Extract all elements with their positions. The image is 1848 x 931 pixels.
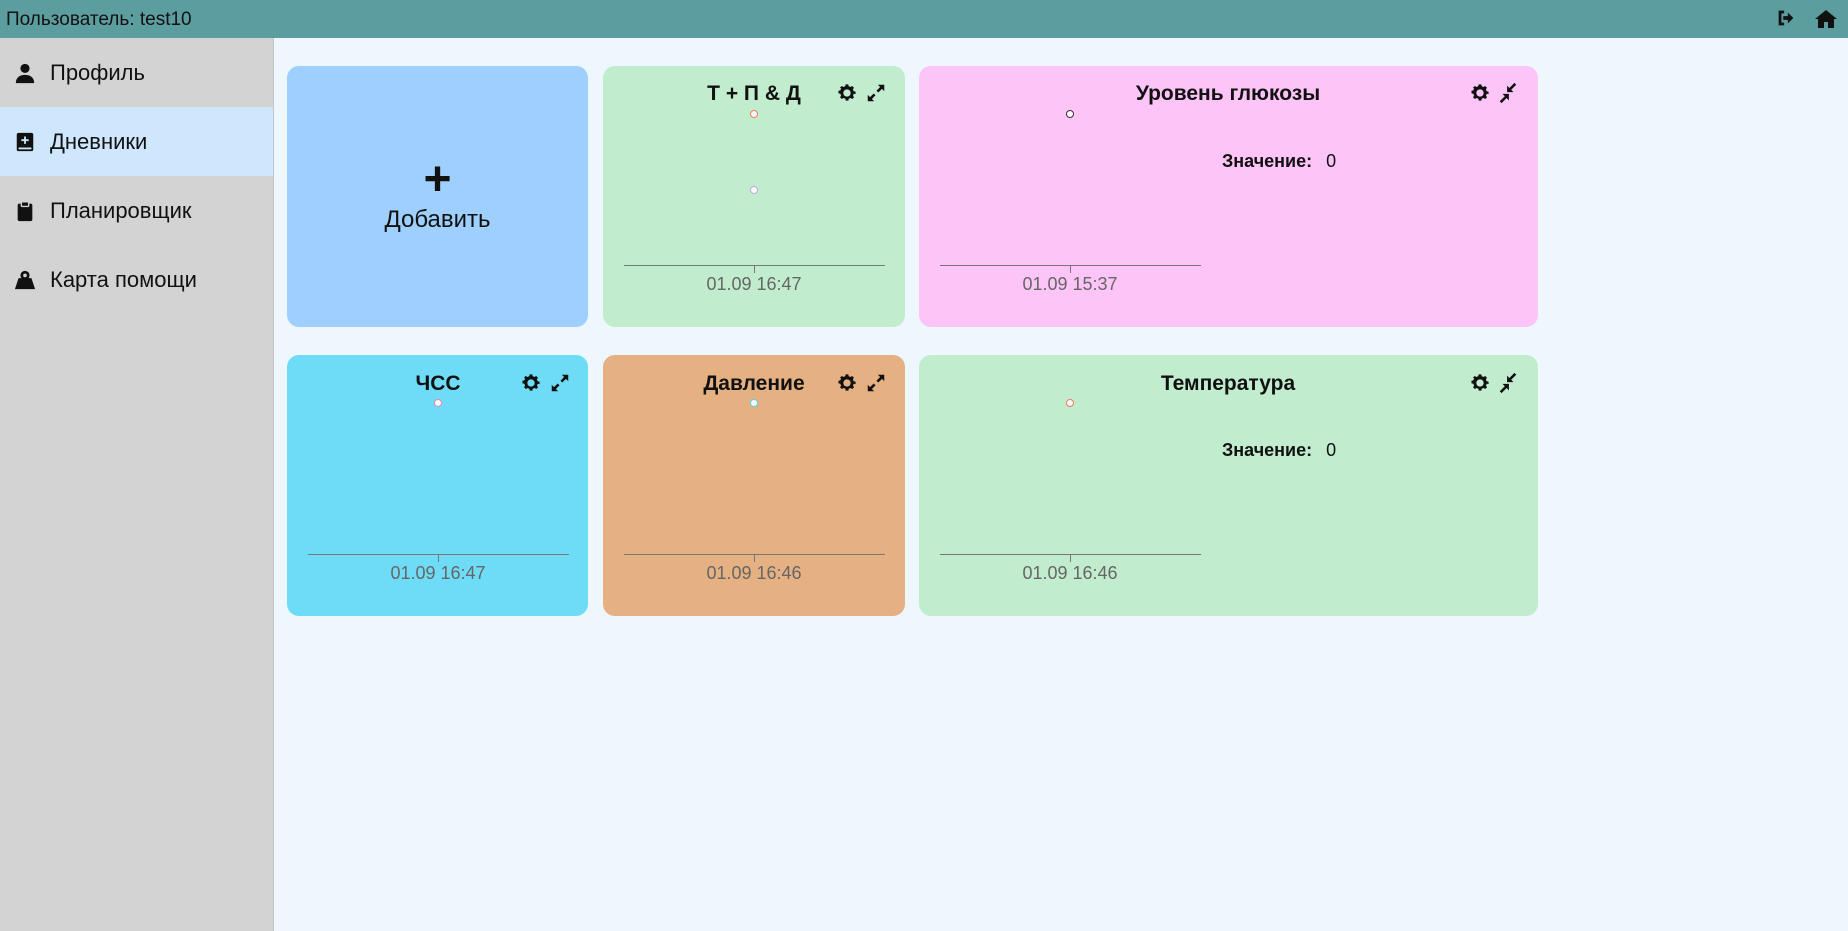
home-icon[interactable] [1814,7,1837,29]
logout-icon[interactable] [1775,7,1797,29]
user-icon [12,60,38,86]
x-axis-tick [754,554,755,562]
chart-point [750,110,758,118]
plus-icon: + [423,152,452,206]
x-axis-tick [1070,265,1071,273]
chart-point [750,186,758,194]
map-marker-icon [12,267,38,293]
gear-icon[interactable] [520,372,542,394]
sidebar-item-label: Планировщик [50,197,192,223]
card-title: Уровень глюкозы [1135,82,1321,105]
compress-icon[interactable] [1497,372,1519,394]
x-axis-tick-label: 01.09 16:47 [390,563,486,583]
chart-point [750,399,758,407]
x-axis-tick [1070,554,1071,562]
x-axis-tick-label: 01.09 16:46 [706,563,802,583]
x-axis-tick [754,265,755,273]
sidebar-item-label: Карта помощи [50,266,197,292]
gear-icon[interactable] [1469,82,1491,104]
value-row: Значение: 0 [1222,440,1336,461]
gear-icon[interactable] [836,372,858,394]
gear-icon[interactable] [836,82,858,104]
value-label: Значение: [1222,440,1313,460]
diary-icon [12,129,38,155]
add-diary-button[interactable]: + Добавить [287,66,588,327]
card-title: Давление [703,372,805,395]
chart-point [1066,399,1074,407]
expand-icon[interactable] [865,372,887,394]
sidebar-item-help-map[interactable]: Карта помощи [0,245,273,314]
compress-icon[interactable] [1497,82,1519,104]
x-axis-tick-label: 01.09 15:37 [1022,274,1118,294]
value: 0 [1326,151,1337,171]
sidebar-item-label: Дневники [50,128,148,154]
sidebar-item-profile[interactable]: Профиль [0,38,273,107]
sidebar-item-planner[interactable]: Планировщик [0,176,273,245]
chart-point [1066,110,1074,118]
x-axis-tick-label: 01.09 16:47 [706,274,802,294]
card-title: ЧСС [415,372,461,395]
sidebar-item-diaries[interactable]: Дневники [0,107,273,176]
top-bar: Пользователь: test10 [0,0,1848,38]
clipboard-icon [12,198,38,224]
expand-icon[interactable] [549,372,571,394]
sidebar-item-label: Профиль [50,59,145,85]
value-row: Значение: 0 [1222,151,1336,172]
chart-point [434,399,442,407]
expand-icon[interactable] [865,82,887,104]
gear-icon[interactable] [1469,372,1491,394]
card-title: Т + П & Д [707,82,801,105]
card-title: Температура [1160,372,1296,395]
user-label: Пользователь: test10 [6,9,192,30]
x-axis-tick [438,554,439,562]
x-axis-tick-label: 01.09 16:46 [1022,563,1118,583]
sidebar: Профиль Дневники Планировщик Карта помощ… [0,38,274,931]
add-label: Добавить [384,205,491,233]
value-label: Значение: [1222,151,1313,171]
value: 0 [1326,440,1337,460]
